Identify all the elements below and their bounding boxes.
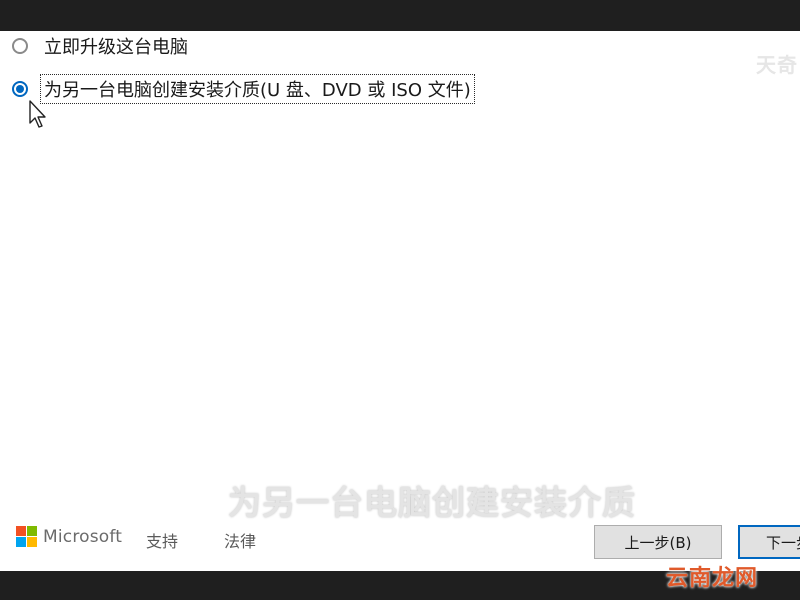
legal-link[interactable]: 法律 xyxy=(224,528,256,552)
option-create-media-label: 为另一台电脑创建安装介质(U 盘、DVD 或 ISO 文件) xyxy=(40,74,475,104)
radio-create-media[interactable] xyxy=(12,81,28,97)
logo-square-green xyxy=(27,526,37,536)
support-link[interactable]: 支持 xyxy=(146,528,178,552)
screen: 立即升级这台电脑 为另一台电脑创建安装介质(U 盘、DVD 或 ISO 文件) … xyxy=(0,0,800,600)
setup-window: 立即升级这台电脑 为另一台电脑创建安装介质(U 盘、DVD 或 ISO 文件) … xyxy=(0,31,800,571)
logo-square-yellow xyxy=(27,537,37,547)
option-create-media[interactable]: 为另一台电脑创建安装介质(U 盘、DVD 或 ISO 文件) xyxy=(12,74,475,104)
microsoft-logo: Microsoft xyxy=(16,526,122,547)
microsoft-wordmark: Microsoft xyxy=(43,526,123,547)
option-upgrade-now[interactable]: 立即升级这台电脑 xyxy=(12,32,191,60)
video-subtitle: 为另一台电脑创建安装介质 xyxy=(228,483,636,522)
logo-square-red xyxy=(16,526,26,536)
logo-square-blue xyxy=(16,537,26,547)
option-upgrade-now-label: 立即升级这台电脑 xyxy=(44,37,188,58)
microsoft-grid-icon xyxy=(16,526,37,547)
top-right-watermark: 天奇 xyxy=(756,53,798,77)
top-letterbox xyxy=(0,0,800,31)
back-button[interactable]: 上一步(B) xyxy=(594,525,722,559)
next-button[interactable]: 下一步(N) xyxy=(738,525,800,559)
radio-upgrade-now[interactable] xyxy=(12,38,28,54)
corner-watermark: 云南龙网 xyxy=(666,566,759,591)
mouse-cursor-icon xyxy=(29,100,46,128)
